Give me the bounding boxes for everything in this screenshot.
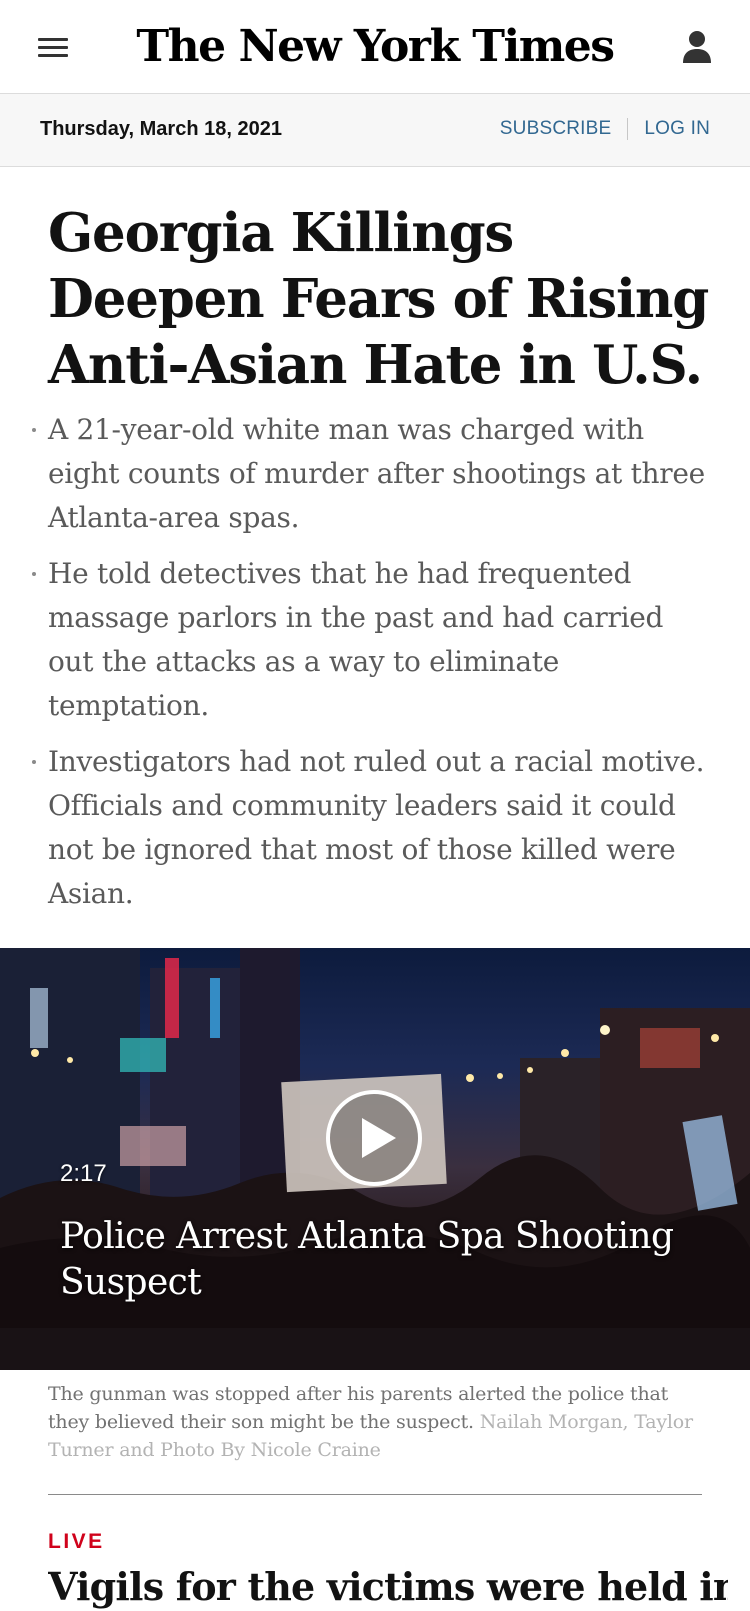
summary-bullet: A 21-year-old white man was charged with… <box>28 408 708 540</box>
section-divider <box>48 1494 702 1495</box>
video-title[interactable]: Police Arrest Atlanta Spa Shooting Suspe… <box>60 1214 700 1306</box>
video-duration: 2:17 <box>60 1160 107 1187</box>
auth-links: SUBSCRIBE LOG IN <box>500 118 710 140</box>
article-summary-list: A 21-year-old white man was charged with… <box>28 408 708 928</box>
login-link[interactable]: LOG IN <box>644 118 710 140</box>
link-divider <box>627 118 629 140</box>
subscribe-link[interactable]: SUBSCRIBE <box>500 118 612 140</box>
video-caption: The gunman was stopped after his parents… <box>48 1380 708 1464</box>
play-icon[interactable] <box>324 1088 424 1188</box>
masthead: The New York Times <box>0 0 750 94</box>
current-date: Thursday, March 18, 2021 <box>40 118 282 140</box>
nyt-logo[interactable]: The New York Times <box>0 22 750 72</box>
summary-bullet: Investigators had not ruled out a racial… <box>28 740 708 916</box>
article-headline[interactable]: Georgia Killings Deepen Fears of Rising … <box>48 200 718 398</box>
next-story-headline[interactable]: Vigils for the victims were held in <box>48 1563 728 1611</box>
summary-bullet: He told detectives that he had frequente… <box>28 552 708 728</box>
user-account-icon[interactable] <box>682 30 712 64</box>
date-bar: Thursday, March 18, 2021 SUBSCRIBE LOG I… <box>0 94 750 167</box>
live-label: LIVE <box>48 1530 105 1553</box>
